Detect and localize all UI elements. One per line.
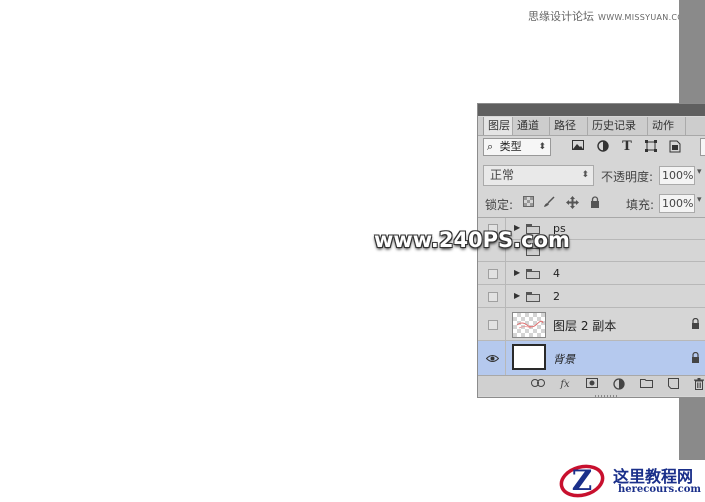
visibility-cell[interactable] <box>478 308 506 340</box>
layer-row-background[interactable]: 背景 <box>478 341 705 376</box>
visibility-toggle[interactable] <box>488 269 498 279</box>
visibility-toggle[interactable] <box>488 320 498 330</box>
logo-subtitle: herecours.com <box>618 484 702 495</box>
opacity-label: 不透明度: <box>601 170 654 184</box>
tab-paths[interactable]: 路径 <box>550 117 588 135</box>
mask-icon[interactable] <box>585 378 599 392</box>
blend-mode-select[interactable]: 正常 ⬍ <box>483 165 594 186</box>
fill-label: 填充: <box>626 198 655 212</box>
folder-icon <box>526 292 540 302</box>
updown-icon: ⬍ <box>581 170 589 180</box>
lock-icon[interactable] <box>588 196 602 210</box>
layer-row-copy[interactable]: 图层 2 副本 <box>478 308 705 341</box>
lock-icon <box>691 351 700 366</box>
site-logo: Z 这里教程网 herecours.com <box>557 460 705 502</box>
tab-layers[interactable]: 图层 <box>483 117 513 135</box>
lock-transparent-pixels-icon[interactable] <box>521 196 535 210</box>
lock-icon <box>691 317 700 332</box>
visibility-cell[interactable] <box>478 262 506 284</box>
trash-icon[interactable] <box>692 378 705 392</box>
layer-row-group-2[interactable]: ▶ 2 <box>478 285 705 308</box>
type-filter-icon[interactable]: T <box>620 140 634 154</box>
image-filter-icon[interactable] <box>571 140 585 154</box>
layer-name: 2 <box>553 290 560 303</box>
fx-icon[interactable]: fx <box>558 378 572 392</box>
panel-header-bar[interactable] <box>478 104 705 116</box>
brush-icon[interactable] <box>542 196 556 210</box>
layer-thumbnail[interactable] <box>512 344 546 370</box>
filter-toggle-edge[interactable] <box>700 138 705 156</box>
expand-triangle-icon[interactable]: ▶ <box>514 268 520 277</box>
layer-name: 4 <box>553 267 560 280</box>
move-icon[interactable] <box>565 196 579 210</box>
updown-icon: ⬍ <box>538 142 546 152</box>
layer-name: 背景 <box>553 353 575 366</box>
visibility-toggle[interactable] <box>488 292 498 302</box>
layer-name: 图层 2 副本 <box>553 319 617 333</box>
watermark-top-text: 思缘设计论坛 <box>528 10 594 23</box>
tab-channels[interactable]: 通道 <box>513 117 550 135</box>
logo-mark-letter: Z <box>572 464 592 497</box>
blend-mode-value: 正常 <box>490 168 515 182</box>
watermark-240ps: www.240PS.com <box>374 228 570 252</box>
visibility-cell[interactable] <box>478 341 506 375</box>
tab-history[interactable]: 历史记录 <box>588 117 648 135</box>
new-layer-icon[interactable] <box>666 378 680 392</box>
chevron-down-icon[interactable]: ▾ <box>697 167 702 177</box>
smart-object-filter-icon[interactable] <box>668 140 682 154</box>
lock-label: 锁定: <box>485 198 514 212</box>
layer-row-group-4[interactable]: ▶ 4 <box>478 262 705 285</box>
layer-filter-select[interactable]: ⌕ 类型 ⬍ <box>483 138 551 156</box>
filter-kind-label: 类型 <box>499 140 522 153</box>
watermark-top: 思缘设计论坛 WWW.MISSYUAN.COM <box>528 8 691 24</box>
watermark-top-url: WWW.MISSYUAN.COM <box>598 13 692 22</box>
expand-triangle-icon[interactable]: ▶ <box>514 291 520 300</box>
opacity-field[interactable]: 100% <box>659 166 695 185</box>
link-icon[interactable] <box>531 378 545 392</box>
tab-actions[interactable]: 动作 <box>648 117 686 135</box>
visibility-cell[interactable] <box>478 285 506 307</box>
chevron-down-icon[interactable]: ▾ <box>697 195 702 205</box>
fill-field[interactable]: 100% <box>659 194 695 213</box>
panel-tabs: 图层 通道 路径 历史记录 动作 <box>478 117 705 136</box>
folder-icon <box>526 269 540 279</box>
logo-mark-icon: Z <box>559 464 605 498</box>
folder-icon[interactable] <box>639 378 653 392</box>
layer-thumbnail[interactable] <box>512 312 546 338</box>
resize-grip[interactable] <box>595 395 617 398</box>
adjustment-filter-icon[interactable] <box>596 140 610 154</box>
adjustment-icon[interactable] <box>612 378 626 392</box>
eye-icon[interactable] <box>485 352 500 366</box>
search-icon: ⌕ <box>487 140 494 153</box>
shape-filter-icon[interactable] <box>644 140 658 154</box>
